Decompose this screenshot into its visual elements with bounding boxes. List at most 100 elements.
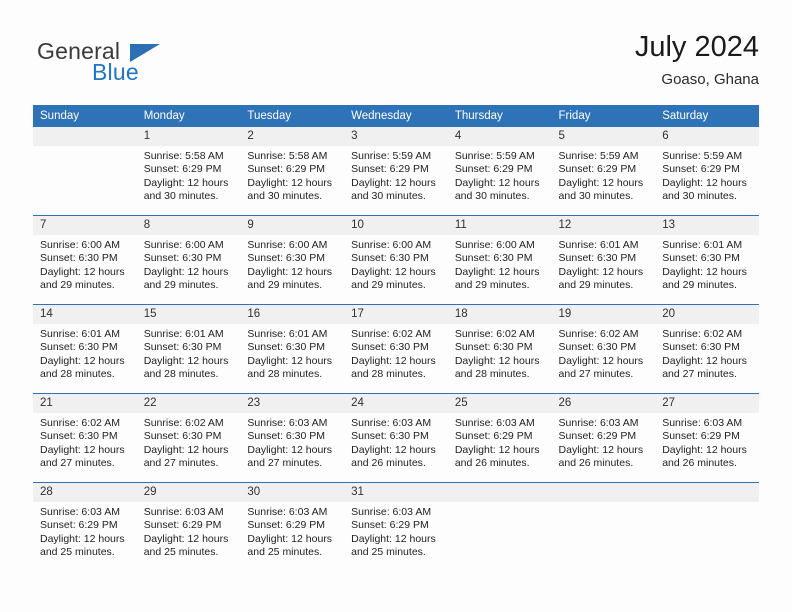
day-number: 15 bbox=[136, 305, 241, 324]
day-sun-info: Sunrise: 6:01 AM Sunset: 6:30 PM Daylight:… bbox=[552, 235, 656, 293]
day-sunset-text: Sunset: 6:29 PM bbox=[351, 519, 429, 532]
day-cell-inner bbox=[33, 127, 137, 215]
calendar-day-cell[interactable]: 27 Sunrise: 6:03 AM Sunset: 6:29 PM Dayligh… bbox=[655, 393, 759, 483]
calendar-day-cell[interactable]: 31 Sunrise: 6:03 AM Sunset: 6:29 PM Dayligh… bbox=[344, 482, 448, 571]
day-daylight-text: and 28 minutes. bbox=[454, 368, 530, 381]
day-sun-info: Sunrise: 6:03 AM Sunset: 6:29 PM Daylight:… bbox=[137, 502, 241, 560]
calendar-day-cell[interactable]: 3 Sunrise: 5:59 AM Sunset: 6:29 PM Daylight… bbox=[344, 127, 448, 216]
weekday-header-tuesday: Tuesday bbox=[240, 105, 345, 127]
day-sunset-text: Sunset: 6:30 PM bbox=[558, 341, 637, 354]
calendar-day-cell[interactable]: 20 Sunrise: 6:02 AM Sunset: 6:30 PM Dayligh… bbox=[655, 304, 759, 394]
day-sunset-text: Sunset: 6:29 PM bbox=[558, 430, 637, 443]
day-cell-inner: 26 Sunrise: 6:03 AM Sunset: 6:29 PM Dayligh… bbox=[551, 394, 656, 482]
day-daylight-text: and 27 minutes. bbox=[558, 368, 634, 381]
day-daylight-text: Daylight: 12 hours bbox=[143, 354, 229, 367]
day-sunset-text: Sunset: 6:30 PM bbox=[40, 252, 118, 265]
day-sun-info: Sunrise: 6:03 AM Sunset: 6:29 PM Daylight:… bbox=[240, 502, 344, 560]
calendar-day-cell[interactable]: 11 Sunrise: 6:00 AM Sunset: 6:30 PM Dayligh… bbox=[447, 215, 552, 305]
calendar-day-cell[interactable]: 5 Sunrise: 5:59 AM Sunset: 6:29 PM Daylight… bbox=[551, 127, 656, 216]
calendar-week-row: 21 Sunrise: 6:02 AM Sunset: 6:30 PM Dayligh… bbox=[33, 393, 759, 483]
day-cell-inner: 7 Sunrise: 6:00 AM Sunset: 6:30 PM Daylight… bbox=[33, 216, 137, 304]
day-sunrise-text: Sunrise: 6:02 AM bbox=[662, 328, 743, 340]
day-sun-info: Sunrise: 6:01 AM Sunset: 6:30 PM Daylight:… bbox=[137, 324, 241, 382]
day-daylight-text: and 26 minutes. bbox=[558, 457, 634, 470]
page-subtitle: Goaso, Ghana bbox=[661, 71, 759, 88]
day-daylight-text: Daylight: 12 hours bbox=[143, 443, 229, 456]
day-sunset-text: Sunset: 6:30 PM bbox=[662, 252, 740, 265]
day-sunset-text: Sunset: 6:29 PM bbox=[40, 519, 118, 532]
day-sun-info: Sunrise: 5:59 AM Sunset: 6:29 PM Daylight:… bbox=[448, 146, 552, 204]
day-sunset-text: Sunset: 6:30 PM bbox=[247, 252, 326, 265]
calendar-day-cell[interactable]: 30 Sunrise: 6:03 AM Sunset: 6:29 PM Dayligh… bbox=[240, 482, 345, 571]
calendar-day-cell[interactable]: 1 Sunrise: 5:58 AM Sunset: 6:29 PM Daylight… bbox=[136, 127, 241, 216]
day-number: 27 bbox=[655, 394, 759, 413]
calendar-day-cell[interactable]: 22 Sunrise: 6:02 AM Sunset: 6:30 PM Dayligh… bbox=[136, 393, 241, 483]
calendar-day-cell[interactable]: 6 Sunrise: 5:59 AM Sunset: 6:29 PM Daylight… bbox=[655, 127, 759, 216]
day-sun-info: Sunrise: 6:00 AM Sunset: 6:30 PM Daylight:… bbox=[344, 235, 448, 293]
day-cell-inner: 24 Sunrise: 6:03 AM Sunset: 6:30 PM Dayligh… bbox=[344, 394, 448, 482]
day-number bbox=[447, 483, 552, 502]
page-header: General Blue July 2024 Goaso, Ghana bbox=[33, 30, 759, 98]
day-daylight-text: and 26 minutes. bbox=[662, 457, 737, 470]
day-number: 8 bbox=[136, 216, 241, 235]
calendar-day-cell[interactable]: 29 Sunrise: 6:03 AM Sunset: 6:29 PM Dayligh… bbox=[136, 482, 241, 571]
day-daylight-text: and 29 minutes. bbox=[558, 279, 634, 292]
day-sun-info: Sunrise: 6:02 AM Sunset: 6:30 PM Daylight:… bbox=[655, 324, 759, 382]
calendar-day-cell[interactable]: 8 Sunrise: 6:00 AM Sunset: 6:30 PM Daylight… bbox=[136, 215, 241, 305]
calendar-day-cell[interactable]: 25 Sunrise: 6:03 AM Sunset: 6:29 PM Dayligh… bbox=[447, 393, 552, 483]
calendar-day-cell[interactable]: 24 Sunrise: 6:03 AM Sunset: 6:30 PM Dayligh… bbox=[344, 393, 448, 483]
calendar-day-cell[interactable]: 15 Sunrise: 6:01 AM Sunset: 6:30 PM Dayligh… bbox=[136, 304, 241, 394]
day-sunrise-text: Sunrise: 6:01 AM bbox=[247, 328, 328, 340]
day-cell-inner: 30 Sunrise: 6:03 AM Sunset: 6:29 PM Dayligh… bbox=[240, 483, 345, 571]
day-sunset-text: Sunset: 6:30 PM bbox=[143, 430, 222, 443]
calendar-week-row: 14 Sunrise: 6:01 AM Sunset: 6:30 PM Dayligh… bbox=[33, 304, 759, 394]
day-cell-inner: 9 Sunrise: 6:00 AM Sunset: 6:30 PM Daylight… bbox=[240, 216, 345, 304]
day-sunrise-text: Sunrise: 6:01 AM bbox=[40, 328, 120, 340]
day-daylight-text: Daylight: 12 hours bbox=[351, 176, 436, 189]
day-daylight-text: Daylight: 12 hours bbox=[662, 176, 747, 189]
calendar-day-cell[interactable]: 13 Sunrise: 6:01 AM Sunset: 6:30 PM Dayligh… bbox=[655, 215, 759, 305]
calendar-day-cell[interactable]: 28 Sunrise: 6:03 AM Sunset: 6:29 PM Dayligh… bbox=[33, 482, 137, 571]
calendar-body: 1 Sunrise: 5:58 AM Sunset: 6:29 PM Daylight… bbox=[33, 127, 759, 571]
day-number: 6 bbox=[655, 127, 759, 146]
calendar-day-cell[interactable]: 2 Sunrise: 5:58 AM Sunset: 6:29 PM Daylight… bbox=[240, 127, 345, 216]
calendar-day-cell[interactable]: 23 Sunrise: 6:03 AM Sunset: 6:30 PM Dayligh… bbox=[240, 393, 345, 483]
day-sunset-text: Sunset: 6:30 PM bbox=[351, 341, 429, 354]
day-sun-info: Sunrise: 6:03 AM Sunset: 6:29 PM Daylight:… bbox=[33, 502, 137, 560]
calendar-day-cell[interactable]: 18 Sunrise: 6:02 AM Sunset: 6:30 PM Dayligh… bbox=[447, 304, 552, 394]
calendar-day-cell[interactable]: 21 Sunrise: 6:02 AM Sunset: 6:30 PM Dayligh… bbox=[33, 393, 137, 483]
day-daylight-text: and 29 minutes. bbox=[247, 279, 323, 292]
day-sun-info: Sunrise: 6:00 AM Sunset: 6:30 PM Daylight:… bbox=[137, 235, 241, 293]
day-number: 28 bbox=[33, 483, 137, 502]
calendar-day-cell[interactable]: 12 Sunrise: 6:01 AM Sunset: 6:30 PM Dayligh… bbox=[551, 215, 656, 305]
calendar-day-cell bbox=[33, 127, 137, 216]
day-sunrise-text: Sunrise: 5:59 AM bbox=[662, 150, 743, 162]
day-daylight-text: Daylight: 12 hours bbox=[143, 532, 229, 545]
brand-logo[interactable]: General Blue bbox=[33, 30, 213, 90]
calendar-day-cell[interactable]: 16 Sunrise: 6:01 AM Sunset: 6:30 PM Dayligh… bbox=[240, 304, 345, 394]
day-sunset-text: Sunset: 6:30 PM bbox=[40, 430, 118, 443]
calendar-day-cell[interactable]: 26 Sunrise: 6:03 AM Sunset: 6:29 PM Dayligh… bbox=[551, 393, 656, 483]
day-sun-info: Sunrise: 5:59 AM Sunset: 6:29 PM Daylight:… bbox=[552, 146, 656, 204]
day-sunset-text: Sunset: 6:30 PM bbox=[351, 252, 429, 265]
day-daylight-text: Daylight: 12 hours bbox=[247, 443, 333, 456]
day-cell-inner: 23 Sunrise: 6:03 AM Sunset: 6:30 PM Dayligh… bbox=[240, 394, 345, 482]
day-sunrise-text: Sunrise: 6:03 AM bbox=[351, 506, 432, 518]
day-sunset-text: Sunset: 6:29 PM bbox=[558, 163, 637, 176]
calendar-day-cell[interactable]: 19 Sunrise: 6:02 AM Sunset: 6:30 PM Dayligh… bbox=[551, 304, 656, 394]
calendar-day-cell[interactable]: 9 Sunrise: 6:00 AM Sunset: 6:30 PM Daylight… bbox=[240, 215, 345, 305]
day-sunset-text: Sunset: 6:29 PM bbox=[143, 519, 222, 532]
day-daylight-text: Daylight: 12 hours bbox=[247, 532, 333, 545]
calendar-day-cell[interactable]: 4 Sunrise: 5:59 AM Sunset: 6:29 PM Daylight… bbox=[447, 127, 552, 216]
day-daylight-text: and 28 minutes. bbox=[40, 368, 115, 381]
calendar-day-cell[interactable]: 14 Sunrise: 6:01 AM Sunset: 6:30 PM Dayligh… bbox=[33, 304, 137, 394]
day-cell-inner: 15 Sunrise: 6:01 AM Sunset: 6:30 PM Dayligh… bbox=[136, 305, 241, 393]
calendar-day-cell[interactable]: 10 Sunrise: 6:00 AM Sunset: 6:30 PM Dayligh… bbox=[344, 215, 448, 305]
day-daylight-text: Daylight: 12 hours bbox=[143, 265, 229, 278]
calendar-day-cell[interactable]: 7 Sunrise: 6:00 AM Sunset: 6:30 PM Daylight… bbox=[33, 215, 137, 305]
calendar-day-cell[interactable]: 17 Sunrise: 6:02 AM Sunset: 6:30 PM Dayligh… bbox=[344, 304, 448, 394]
day-sun-info: Sunrise: 6:02 AM Sunset: 6:30 PM Daylight:… bbox=[137, 413, 241, 471]
day-sunrise-text: Sunrise: 6:01 AM bbox=[143, 328, 224, 340]
weekday-header-saturday: Saturday bbox=[655, 105, 759, 127]
day-daylight-text: Daylight: 12 hours bbox=[40, 532, 125, 545]
